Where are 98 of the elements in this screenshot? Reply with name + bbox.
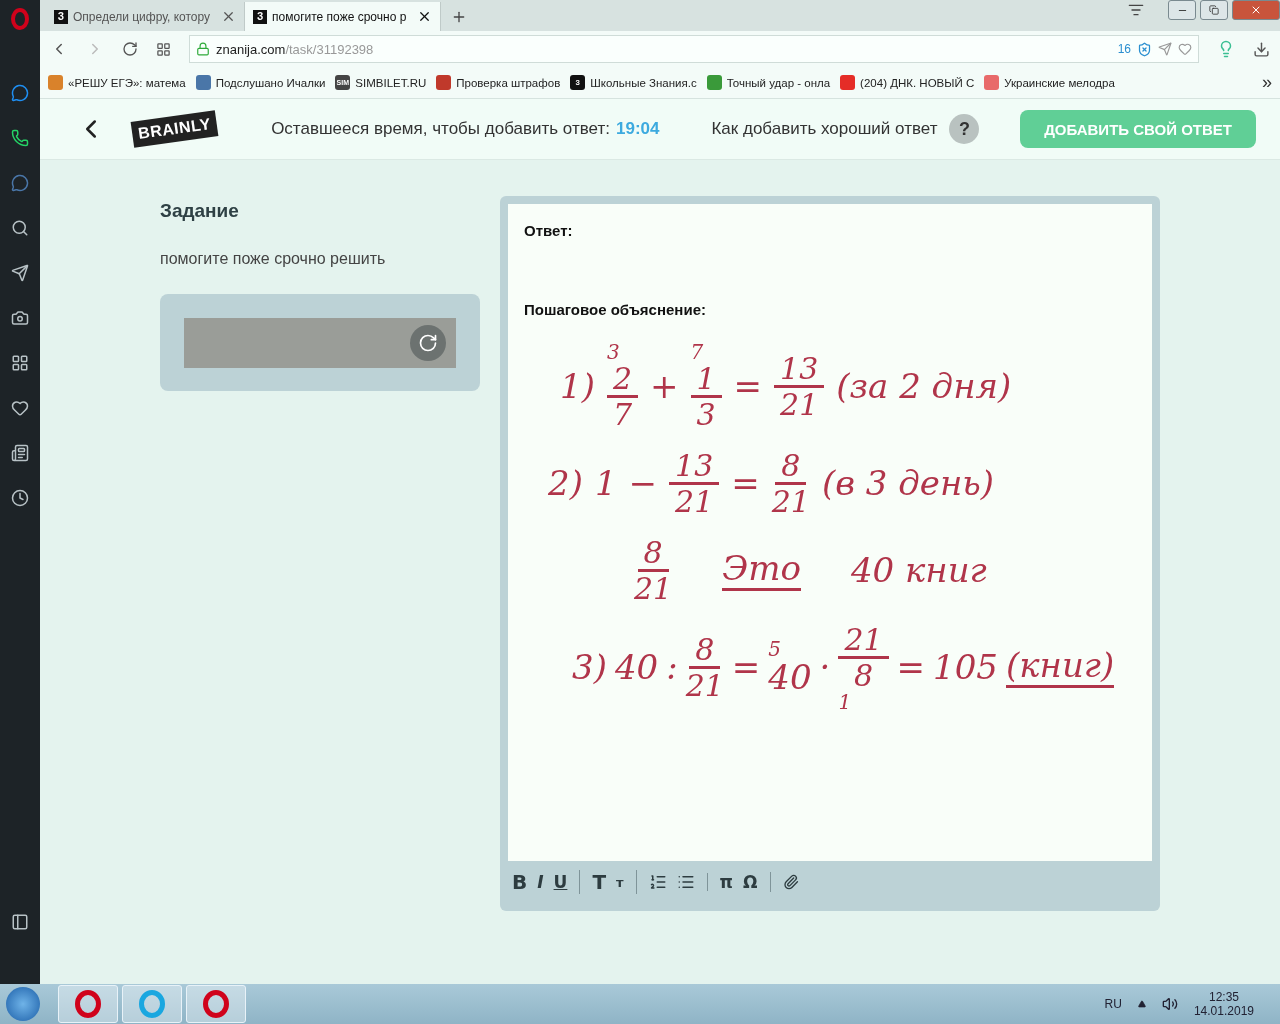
bookmark[interactable]: Украинские мелодра bbox=[984, 75, 1115, 90]
explanation-label: Пошаговое объяснение: bbox=[524, 301, 707, 318]
messenger-icon bbox=[11, 83, 29, 102]
handwritten-text: · bbox=[819, 648, 831, 687]
taskbar-clock[interactable]: 12:35 14.01.2019 bbox=[1193, 990, 1254, 1018]
site-icon: З bbox=[54, 9, 68, 24]
handwritten-fraction: 13 21 bbox=[774, 352, 825, 421]
bullet-list-icon bbox=[676, 873, 695, 891]
handwritten-text: Это bbox=[722, 550, 801, 591]
timer-label: Оставшееся время, чтобы добавить ответ: bbox=[271, 119, 610, 139]
handwritten-text: (за 2 дня) bbox=[836, 367, 1012, 406]
start-button[interactable] bbox=[6, 987, 40, 1021]
chat-icon bbox=[11, 173, 29, 192]
bookmark[interactable]: Точный удар - онла bbox=[706, 75, 831, 90]
volume-icon bbox=[1161, 996, 1178, 1012]
opera-logo-icon bbox=[11, 8, 29, 30]
download-icon[interactable] bbox=[1253, 40, 1270, 58]
language-indicator[interactable]: RU bbox=[1104, 997, 1122, 1011]
handwritten-text: 1 bbox=[594, 464, 617, 503]
numbered-list-button[interactable] bbox=[648, 873, 667, 891]
format-button[interactable]: T bbox=[592, 870, 607, 894]
minimize-button[interactable] bbox=[1168, 0, 1196, 20]
lock-icon bbox=[196, 42, 210, 56]
blocked-count: 16 bbox=[1117, 42, 1131, 56]
handwritten-text: 40 bbox=[614, 648, 659, 687]
handwritten-text: + bbox=[650, 367, 679, 406]
bullet-list-button[interactable] bbox=[676, 873, 695, 891]
help-link[interactable]: Как добавить хороший ответ bbox=[711, 119, 938, 139]
tabs-grid-icon[interactable] bbox=[156, 41, 171, 57]
handwritten-text: = bbox=[733, 367, 763, 406]
taskbar-app[interactable] bbox=[186, 985, 246, 1023]
camera-icon bbox=[11, 308, 29, 327]
bookmark[interactable]: (204) ДНК. НОВЫЙ С bbox=[840, 75, 975, 90]
panel-icon bbox=[11, 912, 29, 931]
ring-icon bbox=[75, 990, 101, 1018]
bookmark[interactable]: Подслушано Ичалки bbox=[195, 75, 326, 90]
handwritten-text: 5 40 bbox=[768, 638, 812, 697]
reload-icon[interactable] bbox=[122, 41, 138, 57]
search-icon bbox=[11, 218, 29, 237]
handwritten-text: 1) bbox=[560, 367, 595, 406]
more-bookmarks-button[interactable]: » bbox=[1262, 72, 1272, 93]
send-icon bbox=[11, 263, 29, 282]
handwritten-text: (в 3 день) bbox=[821, 464, 995, 503]
handwritten-text: : bbox=[666, 648, 678, 687]
handwritten-text: = bbox=[731, 648, 761, 687]
send-icon bbox=[1158, 42, 1172, 56]
format-button[interactable]: π bbox=[719, 872, 734, 892]
bookmark[interactable]: Проверка штрафов bbox=[436, 75, 561, 90]
phone-icon bbox=[11, 128, 29, 147]
rotate-icon bbox=[418, 332, 438, 353]
handwritten-fraction: 8 21 bbox=[771, 449, 810, 518]
handwritten-fraction: 7 1 3 bbox=[690, 342, 722, 431]
handwritten-text: 40 книг bbox=[850, 551, 987, 590]
site-icon: З bbox=[253, 9, 268, 24]
format-button[interactable]: I bbox=[537, 872, 544, 892]
format-button[interactable]: т bbox=[616, 874, 624, 890]
attach-button[interactable] bbox=[782, 874, 799, 890]
handwritten-text: 3) bbox=[572, 648, 607, 687]
heart-icon bbox=[1178, 42, 1192, 56]
handwritten-fraction: 8 21 bbox=[634, 536, 673, 605]
bookmark[interactable]: «РЕШУ ЕГЭ»: матема bbox=[48, 75, 186, 90]
close-icon bbox=[1250, 4, 1262, 16]
format-button[interactable]: Ω bbox=[743, 872, 758, 892]
help-button[interactable]: ? bbox=[949, 114, 980, 144]
rotate-button[interactable] bbox=[410, 324, 446, 361]
address-field[interactable]: znanija.com/task/31192398 16 bbox=[189, 35, 1199, 63]
taskbar-app[interactable] bbox=[58, 985, 118, 1023]
handwritten-fraction: 21 8 1 bbox=[838, 623, 889, 712]
shield-icon bbox=[1137, 41, 1152, 57]
handwritten-fraction: 3 2 7 bbox=[606, 342, 638, 431]
ring-icon bbox=[139, 990, 165, 1018]
news-icon bbox=[11, 443, 29, 462]
ring-icon bbox=[203, 990, 229, 1018]
restore-icon bbox=[1209, 5, 1219, 15]
handwritten-text: − bbox=[628, 464, 658, 503]
heart-icon bbox=[11, 398, 29, 417]
tray-arrow-icon bbox=[1137, 1000, 1146, 1008]
format-button[interactable]: U bbox=[553, 872, 568, 892]
clock-icon bbox=[11, 488, 29, 507]
handwritten-text: = bbox=[896, 648, 926, 687]
grid-icon bbox=[11, 353, 29, 372]
paperclip-icon bbox=[782, 874, 799, 890]
handwritten-fraction: 8 21 bbox=[685, 633, 724, 702]
answer-label: Ответ: bbox=[524, 222, 574, 239]
brainly-logo: BRAINLY bbox=[130, 110, 219, 148]
handwritten-text: 105 bbox=[933, 648, 998, 687]
browser-tab[interactable]: З помогите поже срочно р bbox=[245, 2, 442, 31]
restore-button[interactable] bbox=[1200, 0, 1228, 20]
handwritten-text: = bbox=[731, 464, 760, 503]
task-heading: Задание bbox=[160, 200, 240, 222]
handwritten-text: 2) bbox=[548, 464, 583, 503]
tab-menu-icon[interactable] bbox=[1128, 2, 1144, 18]
timer-value: 19:04 bbox=[615, 119, 660, 139]
numbered-list-icon bbox=[648, 873, 667, 891]
format-button[interactable]: B bbox=[512, 870, 528, 894]
handwritten-fraction: 13 21 bbox=[669, 449, 720, 518]
task-text: помогите поже срочно решить bbox=[160, 250, 387, 268]
handwritten-text: (книг) bbox=[1006, 647, 1115, 688]
